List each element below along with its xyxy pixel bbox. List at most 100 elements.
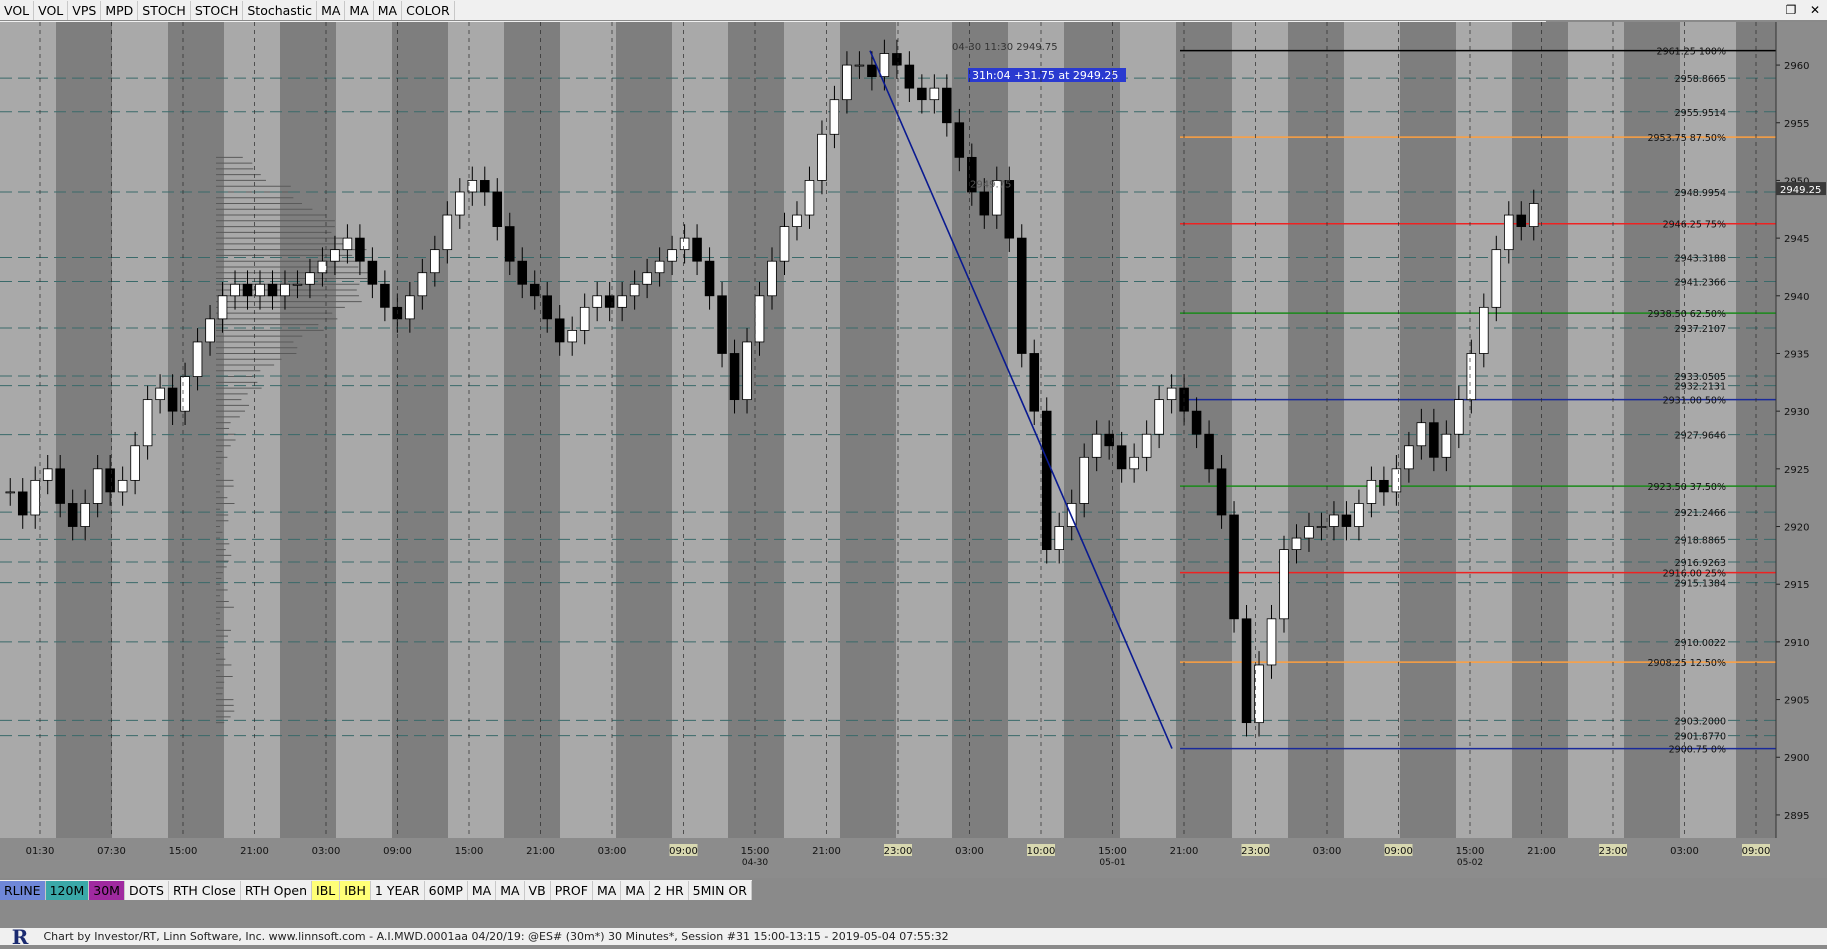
candle-body bbox=[1280, 550, 1289, 619]
session-band bbox=[1008, 22, 1064, 838]
candle-body bbox=[1192, 411, 1201, 434]
restore-window-icon[interactable]: ❐ bbox=[1779, 0, 1803, 20]
window-controls: ❐ ✕ bbox=[1779, 0, 1827, 20]
candle-body bbox=[1392, 469, 1401, 492]
toolbar_bottom-button-ibl[interactable]: IBL bbox=[312, 881, 340, 900]
candle-body bbox=[193, 342, 202, 377]
session-band bbox=[224, 22, 280, 838]
toolbar_bottom-button-120m[interactable]: 120M bbox=[46, 881, 90, 900]
session-band bbox=[840, 22, 896, 838]
trend-time-label: 04-30 11:30 2949.75 bbox=[952, 42, 1058, 53]
x-tick-label: 03:00 bbox=[312, 846, 341, 857]
candle-body bbox=[568, 330, 577, 342]
x-tick-label: 09:00 bbox=[669, 846, 698, 857]
candle-body bbox=[443, 215, 452, 250]
toolbar_bottom-button-60mp[interactable]: 60MP bbox=[425, 881, 468, 900]
session-band bbox=[1344, 22, 1400, 838]
x-tick-sublabel: 04-30 bbox=[742, 858, 768, 868]
session-band bbox=[1176, 22, 1232, 838]
candle-body bbox=[743, 342, 752, 400]
toolbar_top-button-stoch[interactable]: STOCH bbox=[191, 1, 244, 20]
candle-body bbox=[768, 261, 777, 296]
toolbar_bottom-button-1-year[interactable]: 1 YEAR bbox=[371, 881, 425, 900]
candle-body bbox=[318, 261, 327, 273]
session-band bbox=[728, 22, 784, 838]
price-axis-background bbox=[1776, 22, 1827, 878]
session-band bbox=[168, 22, 224, 838]
toolbar_bottom-button-ma[interactable]: MA bbox=[496, 881, 524, 900]
toolbar_top-button-ma[interactable]: MA bbox=[374, 1, 402, 20]
candle-body bbox=[218, 296, 227, 319]
candle-body bbox=[1217, 469, 1226, 515]
toolbar_bottom-button-prof[interactable]: PROF bbox=[551, 881, 593, 900]
toolbar_top-button-vol[interactable]: VOL bbox=[0, 1, 34, 20]
candle-body bbox=[518, 261, 527, 284]
candle-body bbox=[455, 192, 464, 215]
x-tick-label: 15:00 bbox=[741, 846, 770, 857]
session-band bbox=[392, 22, 448, 838]
toolbar_top-button-stochastic[interactable]: Stochastic bbox=[243, 1, 317, 20]
toolbar_bottom-button-5min-or[interactable]: 5MIN OR bbox=[689, 881, 752, 900]
toolbar_bottom-button-2-hr[interactable]: 2 HR bbox=[650, 881, 689, 900]
y-tick-label: 2925 bbox=[1784, 465, 1809, 476]
candle-body bbox=[1342, 515, 1351, 527]
toolbar_bottom-button-rth-open[interactable]: RTH Open bbox=[241, 881, 312, 900]
toolbar_bottom-button-ibh[interactable]: IBH bbox=[340, 881, 371, 900]
candle-body bbox=[418, 273, 427, 296]
toolbar_top-button-vol[interactable]: VOL bbox=[34, 1, 68, 20]
y-tick-label: 2960 bbox=[1784, 61, 1809, 72]
candle-body bbox=[755, 296, 764, 342]
toolbar_top-button-color[interactable]: COLOR bbox=[402, 1, 455, 20]
candle-body bbox=[6, 492, 15, 493]
candle-body bbox=[1117, 446, 1126, 469]
toolbar_top-button-ma[interactable]: MA bbox=[345, 1, 373, 20]
toolbar_bottom-button-ma[interactable]: MA bbox=[468, 881, 496, 900]
session-band bbox=[112, 22, 168, 838]
candle-body bbox=[1305, 527, 1314, 539]
session-band bbox=[1064, 22, 1120, 838]
price-chart[interactable]: 2961.25 100% 2958.8665 2955.9514 2953.75 87… bbox=[0, 22, 1827, 878]
toolbar_bottom-button-rth-close[interactable]: RTH Close bbox=[169, 881, 241, 900]
candle-body bbox=[780, 227, 789, 262]
toolbar_top-button-stoch[interactable]: STOCH bbox=[138, 1, 191, 20]
toolbar_top-button-mpd[interactable]: MPD bbox=[101, 1, 138, 20]
candle-body bbox=[306, 273, 315, 285]
candle-body bbox=[1367, 480, 1376, 503]
price-level-label: 2961.25 100% bbox=[1657, 47, 1726, 58]
candle-body bbox=[655, 261, 664, 273]
candle-body bbox=[955, 123, 964, 158]
price-level-label: 2937.2107 bbox=[1675, 324, 1726, 335]
toolbar_bottom-button-30m[interactable]: 30M bbox=[89, 881, 125, 900]
toolbar_bottom-button-vb[interactable]: VB bbox=[525, 881, 551, 900]
price-level-label: 2901.8770 bbox=[1675, 732, 1726, 743]
x-tick-label: 03:00 bbox=[1670, 846, 1699, 857]
toolbar_bottom-button-dots[interactable]: DOTS bbox=[125, 881, 169, 900]
candle-body bbox=[855, 65, 864, 66]
candle-body bbox=[243, 284, 252, 296]
session-band bbox=[1400, 22, 1456, 838]
candle-body bbox=[168, 388, 177, 411]
price-level-label: 2903.2000 bbox=[1675, 716, 1726, 727]
toolbar_bottom-button-ma[interactable]: MA bbox=[621, 881, 649, 900]
candle-body bbox=[81, 503, 90, 526]
y-tick-label: 2930 bbox=[1784, 407, 1809, 418]
price-level-label: 2931.00 50% bbox=[1663, 396, 1726, 407]
toolbar_bottom-button-rline[interactable]: RLINE bbox=[0, 881, 46, 900]
toolbar_bottom-button-ma[interactable]: MA bbox=[593, 881, 621, 900]
current-price-label: 2949.25 bbox=[1780, 185, 1821, 196]
toolbar_top-button-ma[interactable]: MA bbox=[317, 1, 345, 20]
close-window-icon[interactable]: ✕ bbox=[1803, 0, 1827, 20]
candle-body bbox=[1504, 215, 1513, 250]
candle-body bbox=[630, 284, 639, 296]
x-tick-label: 21:00 bbox=[1527, 846, 1556, 857]
session-band bbox=[1568, 22, 1624, 838]
x-tick-label: 03:00 bbox=[955, 846, 984, 857]
y-tick-label: 2910 bbox=[1784, 638, 1809, 649]
price-level-label: 2938.50 62.50% bbox=[1647, 309, 1726, 320]
indicator-toolbar-bottom: RLINE 120M 30M DOTS RTH Close RTH Open IBL IBH 1… bbox=[0, 880, 752, 900]
x-tick-label: 23:00 bbox=[1241, 846, 1270, 857]
x-tick-label: 03:00 bbox=[1313, 846, 1342, 857]
price-level-label: 2916.9263 bbox=[1675, 558, 1726, 569]
price-level-label: 2927.9646 bbox=[1675, 431, 1726, 442]
toolbar_top-button-vps[interactable]: VPS bbox=[68, 1, 101, 20]
